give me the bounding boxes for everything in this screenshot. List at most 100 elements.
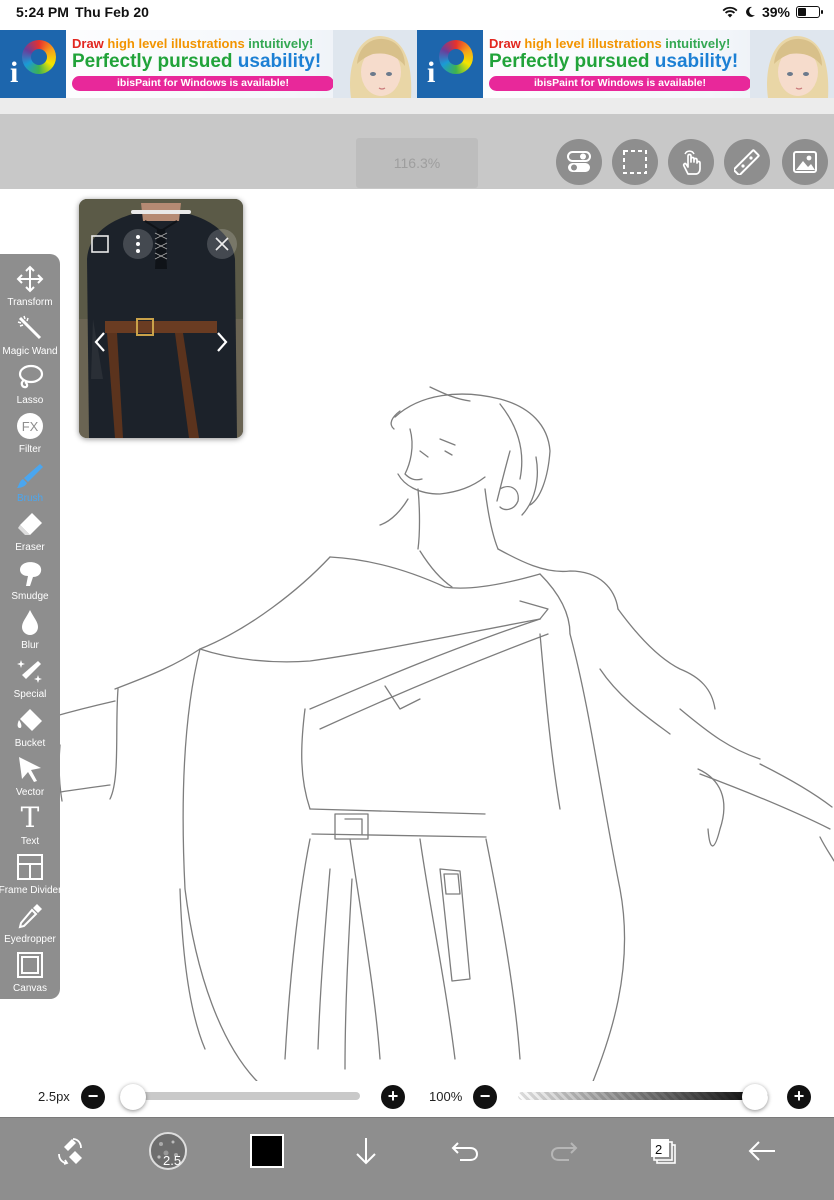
tool-brush[interactable]: Brush: [0, 460, 60, 509]
back-button[interactable]: [739, 1128, 785, 1174]
opacity-slider[interactable]: [518, 1092, 768, 1100]
bottom-toolbar: 2.5 2: [0, 1117, 834, 1200]
move-arrows-icon: [15, 264, 45, 294]
status-date: Thu Feb 20: [75, 4, 149, 20]
tool-lasso[interactable]: Lasso: [0, 362, 60, 411]
ibispaint-logo: i: [0, 30, 66, 98]
current-color-swatch: [250, 1134, 284, 1168]
ad-windows-pill: ibisPaint for Windows is available!: [489, 76, 751, 91]
ad-unit-right[interactable]: i Draw high level illustrations intuitiv…: [417, 30, 834, 98]
ruler-button[interactable]: [724, 139, 770, 185]
eraser-icon: [15, 509, 45, 539]
color-swatch-button[interactable]: [244, 1128, 290, 1174]
tool-magic-wand[interactable]: Magic Wand: [0, 313, 60, 362]
redo-icon: [550, 1142, 578, 1161]
brush-size-minus-button[interactable]: −: [81, 1085, 105, 1109]
ad-tagline: Perfectly pursued usability!: [72, 51, 322, 72]
opacity-value: 100%: [429, 1089, 463, 1104]
status-time: 5:24 PM: [16, 4, 69, 20]
ad-headline: Draw high level illustrations intuitivel…: [72, 36, 314, 51]
gesture-button[interactable]: [668, 139, 714, 185]
brush-size-thumb[interactable]: [120, 1084, 146, 1110]
brush-preview-size: 2.5: [163, 1153, 182, 1168]
touch-hand-icon: [682, 150, 701, 175]
zoom-indicator: 116.3%: [356, 138, 478, 188]
droplet-icon: [15, 607, 45, 637]
reference-fit-button[interactable]: [85, 229, 115, 259]
redo-button[interactable]: [541, 1128, 587, 1174]
brush-eraser-swap-icon: [58, 1138, 82, 1165]
sparkle-pen-icon: [15, 656, 45, 686]
opacity-minus-button[interactable]: −: [473, 1085, 497, 1109]
fx-icon: FX: [15, 411, 45, 441]
reference-menu-button[interactable]: [123, 229, 153, 259]
ad-headline: Draw high level illustrations intuitivel…: [489, 36, 731, 51]
tool-eraser[interactable]: Eraser: [0, 509, 60, 558]
square-icon: [91, 235, 109, 253]
tool-text[interactable]: T Text: [0, 803, 60, 852]
tool-blur[interactable]: Blur: [0, 607, 60, 656]
eyedropper-icon: [15, 901, 45, 931]
layers-button[interactable]: 2: [640, 1128, 686, 1174]
selection-button[interactable]: [612, 139, 658, 185]
tool-canvas[interactable]: Canvas: [0, 950, 60, 999]
status-bar: 5:24 PM Thu Feb 20 39%: [0, 0, 834, 30]
chevron-left-icon: [94, 332, 105, 352]
tool-filter[interactable]: FX Filter: [0, 411, 60, 460]
tool-smudge[interactable]: Smudge: [0, 558, 60, 607]
opacity-thumb[interactable]: [742, 1084, 768, 1110]
tool-eyedropper[interactable]: Eyedropper: [0, 901, 60, 950]
more-vertical-icon: [136, 235, 140, 253]
status-indicators: 39%: [722, 4, 823, 20]
moon-icon: [746, 6, 755, 17]
reference-window[interactable]: [79, 199, 243, 438]
undo-button[interactable]: [442, 1128, 488, 1174]
tool-panel: Transform Magic Wand Lasso FX Filter Bru…: [0, 254, 61, 999]
reference-drag-handle[interactable]: [131, 210, 191, 214]
ibispaint-logo: i: [417, 30, 483, 98]
reference-prev-button[interactable]: [85, 327, 115, 357]
tool-vector[interactable]: Vector: [0, 754, 60, 803]
tool-switch-button[interactable]: [47, 1128, 93, 1174]
top-toolbar: 116.3%: [0, 98, 834, 189]
ad-banner[interactable]: i Draw high level illustrations intuitiv…: [0, 30, 834, 98]
brush-preview-button[interactable]: 2.5: [145, 1128, 191, 1174]
brush-size-value: 2.5px: [38, 1089, 70, 1104]
tool-special[interactable]: Special: [0, 656, 60, 705]
ad-character-illustration: [333, 30, 417, 98]
reference-next-button[interactable]: [207, 327, 237, 357]
canvas-icon: [15, 950, 45, 980]
bucket-icon: [15, 705, 45, 735]
toggle-settings-button[interactable]: [556, 139, 602, 185]
undo-icon: [451, 1142, 479, 1161]
ad-unit-left[interactable]: i Draw high level illustrations intuitiv…: [0, 30, 417, 98]
chevron-right-icon: [217, 332, 228, 352]
brush-size-slider[interactable]: [120, 1092, 360, 1100]
tool-bucket[interactable]: Bucket: [0, 705, 60, 754]
magic-wand-icon: [15, 313, 45, 343]
smudge-finger-icon: [15, 558, 45, 588]
tool-transform[interactable]: Transform: [0, 264, 60, 313]
arrow-left-icon: [748, 1141, 775, 1161]
image-icon: [793, 151, 817, 173]
layer-down-button[interactable]: [343, 1128, 389, 1174]
close-icon: [215, 237, 229, 251]
selection-icon: [623, 150, 647, 174]
svg-text:FX: FX: [22, 419, 39, 434]
layers-icon: [651, 1139, 676, 1164]
lasso-icon: [15, 362, 45, 392]
brush-sliders: 2.5px − + 100% − +: [0, 1081, 834, 1117]
tool-frame-divider[interactable]: Frame Divider: [0, 852, 61, 901]
text-t-icon: T: [20, 801, 40, 834]
brush-icon: [15, 460, 45, 490]
arrow-down-icon: [356, 1138, 376, 1165]
cursor-arrow-icon: [15, 754, 45, 784]
wifi-icon: [722, 6, 738, 18]
reference-close-button[interactable]: [207, 229, 237, 259]
opacity-plus-button[interactable]: +: [787, 1085, 811, 1109]
layer-count: 2: [655, 1142, 663, 1157]
ad-tagline: Perfectly pursued usability!: [489, 51, 739, 72]
brush-size-plus-button[interactable]: +: [381, 1085, 405, 1109]
material-button[interactable]: [782, 139, 828, 185]
ruler-icon: [734, 149, 760, 175]
